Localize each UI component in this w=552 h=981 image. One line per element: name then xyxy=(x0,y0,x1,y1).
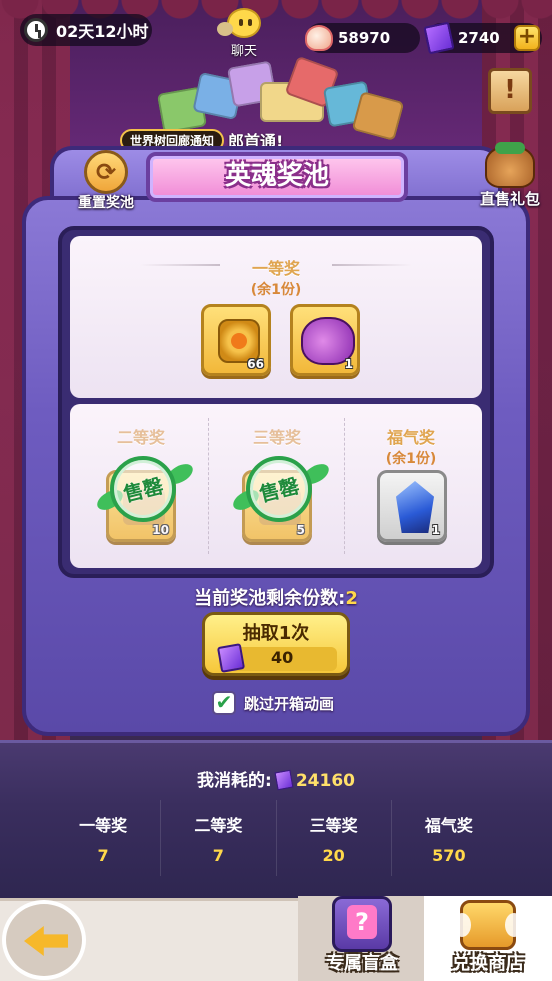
stat-name: 一等奖 xyxy=(79,816,128,835)
back-button[interactable] xyxy=(2,900,86,980)
stat-name: 三等奖 xyxy=(309,816,358,835)
second-prize-header: 二等奖 xyxy=(76,424,206,448)
stat-lucky: 福气奖 570 xyxy=(392,800,506,876)
draw-cost: 40 xyxy=(216,643,337,673)
first-prize-item-coin[interactable]: 66 xyxy=(201,304,271,376)
back-arrow-icon xyxy=(24,926,68,956)
chat-icon xyxy=(217,8,261,38)
skip-animation-toggle[interactable]: ✔ 跳过开箱动画 xyxy=(212,691,334,715)
first-prize-header: 一等奖 (余1份) xyxy=(190,255,362,299)
event-timer: 02天12小时 xyxy=(20,14,152,46)
draw-cost-value: 40 xyxy=(271,648,294,667)
stat-second: 二等奖 7 xyxy=(161,800,277,876)
first-prize-title: 一等奖 xyxy=(251,259,300,278)
blue-crystal-icon xyxy=(396,481,434,533)
remaining-label: 当前奖池剩余份数: xyxy=(194,588,346,609)
third-prize-title: 三等奖 xyxy=(252,428,301,447)
stat-first: 一等奖 7 xyxy=(46,800,162,876)
ticket-icon xyxy=(216,643,246,673)
add-ticket-button[interactable]: + xyxy=(514,25,540,51)
skip-animation-label: 跳过开箱动画 xyxy=(244,694,335,713)
reset-pool-button[interactable]: ⟳ 重置奖池 xyxy=(74,150,138,212)
shell-icon xyxy=(305,25,333,51)
treasure-pile xyxy=(150,55,405,142)
consumed-summary: 我消耗的: 24160 xyxy=(0,766,552,791)
ticket-value: 2740 xyxy=(458,29,500,47)
stat-name: 二等奖 xyxy=(194,816,243,835)
stat-name: 福气奖 xyxy=(424,816,473,835)
shell-currency: 58970 xyxy=(305,23,420,53)
gift-pack-label: 直售礼包 xyxy=(479,190,540,208)
sold-out-stamp: 售罄 xyxy=(93,452,197,532)
draw-once-button[interactable]: 抽取1次 40 xyxy=(202,612,350,676)
item-count: 1 xyxy=(431,523,440,537)
tab-blind-box-label: 专属盲盒 xyxy=(326,953,398,974)
lucky-prize-title: 福气奖 xyxy=(386,428,435,447)
stat-value: 7 xyxy=(97,846,109,865)
stat-value: 20 xyxy=(322,846,345,865)
tab-exchange-shop-label: 兑换商店 xyxy=(452,953,524,974)
stat-third: 三等奖 20 xyxy=(277,800,392,876)
consumed-value: 24160 xyxy=(295,771,355,791)
remaining-value: 2 xyxy=(345,588,358,609)
checkbox-checked-icon[interactable]: ✔ xyxy=(212,691,236,715)
lucky-prize-item[interactable]: 1 xyxy=(377,470,447,542)
divider xyxy=(208,418,209,554)
reset-pool-label: 重置奖池 xyxy=(78,195,134,211)
item-count: 1 xyxy=(344,357,353,371)
timer-text: 02天12小时 xyxy=(56,22,149,41)
consumed-label: 我消耗的: xyxy=(197,771,272,791)
notice-icon[interactable]: ! xyxy=(488,68,532,114)
ticket-icon xyxy=(274,769,294,791)
third-prize-header: 三等奖 xyxy=(212,424,342,448)
shop-icon xyxy=(453,900,523,950)
lucky-prize-remain: (余1份) xyxy=(385,451,437,467)
gift-bag-icon xyxy=(485,142,535,188)
second-prize-title: 二等奖 xyxy=(116,428,165,447)
clock-icon xyxy=(24,18,48,42)
shell-value: 58970 xyxy=(338,29,391,47)
tab-exchange-shop[interactable]: 兑换商店 xyxy=(424,896,552,981)
chat-label: 聊天 xyxy=(230,44,257,59)
chat-button[interactable]: 聊天 xyxy=(216,8,272,60)
remaining-count: 当前奖池剩余份数:2 xyxy=(0,584,552,610)
gift-pack-button[interactable]: 直售礼包 xyxy=(472,142,548,209)
lucky-prize-header: 福气奖 (余1份) xyxy=(346,424,476,468)
stat-value: 7 xyxy=(212,846,224,865)
first-prize-remain: (余1份) xyxy=(250,282,302,298)
refresh-icon: ⟳ xyxy=(84,150,128,194)
ticket-icon xyxy=(423,21,455,55)
pool-title-banner: 英魂奖池 xyxy=(146,152,408,202)
pool-title: 英魂奖池 xyxy=(224,161,329,191)
draw-label: 抽取1次 xyxy=(242,623,310,644)
stat-value: 570 xyxy=(432,846,466,865)
draw-stats: 一等奖 7 二等奖 7 三等奖 20 福气奖 570 xyxy=(46,800,506,876)
first-prize-item-pouch[interactable]: 1 xyxy=(290,304,360,376)
divider xyxy=(344,418,345,554)
ticket-currency: 2740 + xyxy=(423,21,542,55)
item-count: 66 xyxy=(247,357,264,371)
sold-out-stamp: 售罄 xyxy=(229,452,333,532)
tab-blind-box[interactable]: 专属盲盒 xyxy=(298,896,426,981)
blind-box-icon xyxy=(332,896,392,952)
